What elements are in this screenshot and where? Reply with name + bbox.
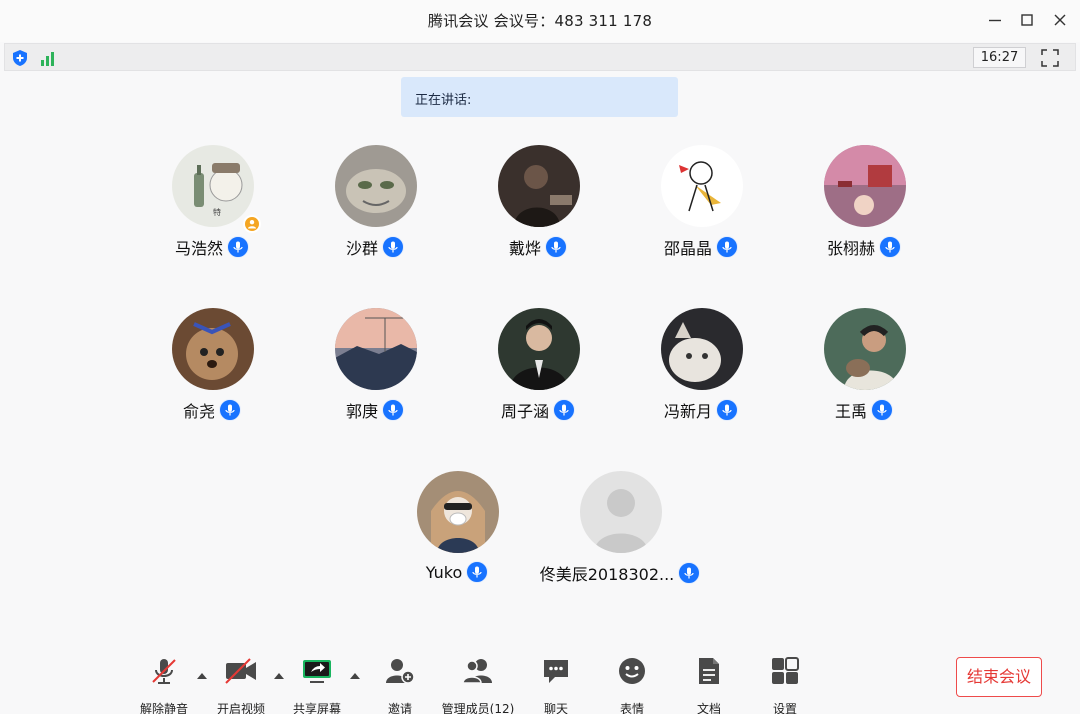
participant-tile[interactable]: 佟美辰2018302... xyxy=(520,471,720,591)
grid-settings-icon xyxy=(772,657,799,684)
smile-icon xyxy=(619,658,645,684)
fullscreen-icon[interactable] xyxy=(1040,48,1060,68)
meeting-toolbar: 解除静音 开启视频 共享屏幕 邀请 管理成员(12) 聊天 表情 文档 设置 结… xyxy=(0,640,1080,714)
avatar-background xyxy=(661,145,743,227)
docs-button[interactable]: 文档 xyxy=(671,652,747,714)
participant-tile[interactable]: 王禹 xyxy=(764,308,964,428)
video-off-icon xyxy=(225,658,256,684)
end-meeting-button[interactable]: 结束会议 xyxy=(956,657,1042,697)
avatar xyxy=(172,308,254,390)
close-button[interactable] xyxy=(1047,9,1073,31)
share-screen-icon xyxy=(303,660,331,683)
participant-name: 戴烨 xyxy=(508,239,541,258)
avatar xyxy=(824,145,906,227)
unmute-button[interactable]: 解除静音 xyxy=(126,652,202,714)
avatar xyxy=(335,308,417,390)
status-bar: 16:27 xyxy=(4,43,1076,71)
participant-name: 王禹 xyxy=(834,402,867,421)
participant-name: 张栩赫 xyxy=(826,239,875,258)
mic-icon xyxy=(553,399,575,421)
participant-name: 邵晶晶 xyxy=(663,239,712,258)
signal-icon[interactable] xyxy=(39,48,59,68)
minimize-icon xyxy=(989,19,1001,22)
shield-icon[interactable] xyxy=(10,48,30,68)
window-title: 腾讯会议 会议号：483 311 178 xyxy=(427,12,653,30)
minimize-button[interactable] xyxy=(982,9,1008,31)
participant-name: 冯新月 xyxy=(663,402,712,421)
participant-name: 马浩然 xyxy=(174,239,223,258)
participant-name: 沙群 xyxy=(345,239,378,258)
avatar: 特 xyxy=(172,145,254,227)
mic-icon xyxy=(678,562,701,584)
host-badge xyxy=(243,215,261,233)
avatar xyxy=(824,308,906,390)
mic-muted-icon xyxy=(152,659,176,684)
speaking-indicator: 正在讲话: xyxy=(401,77,678,117)
title-bar: 腾讯会议 会议号：483 311 178 xyxy=(0,0,1080,42)
mic-icon xyxy=(871,399,893,421)
emoji-button[interactable]: 表情 xyxy=(594,652,670,714)
svg-text:特: 特 xyxy=(213,207,221,217)
participant-name: 周子涵 xyxy=(500,402,549,421)
start-video-button[interactable]: 开启视频 xyxy=(203,652,279,714)
mic-icon xyxy=(716,399,738,421)
avatar xyxy=(498,308,580,390)
share-screen-label: 共享屏幕 xyxy=(292,702,341,714)
avatar xyxy=(335,145,417,227)
mic-icon xyxy=(219,399,241,421)
avatar xyxy=(580,471,662,553)
participant-tile[interactable]: 张栩赫 xyxy=(764,145,964,265)
chat-icon xyxy=(544,660,568,683)
manage-members-button[interactable]: 管理成员(12) xyxy=(440,652,516,714)
invite-button[interactable]: 邀请 xyxy=(362,652,438,714)
mic-icon xyxy=(879,236,901,258)
mic-icon xyxy=(466,561,489,583)
document-icon xyxy=(699,658,719,684)
avatar xyxy=(661,308,743,390)
participant-name: 郭庚 xyxy=(345,402,378,421)
add-user-icon xyxy=(386,659,415,684)
caret-up-icon xyxy=(350,673,360,679)
settings-label: 设置 xyxy=(772,702,797,714)
members-icon xyxy=(462,659,492,684)
maximize-button[interactable] xyxy=(1014,9,1040,31)
share-options-caret[interactable] xyxy=(349,666,361,679)
mic-icon xyxy=(545,236,567,258)
participant-name: Yuko xyxy=(425,562,463,582)
mic-icon xyxy=(716,236,738,258)
meeting-clock: 16:27 xyxy=(973,47,1026,68)
share-screen-button[interactable]: 共享屏幕 xyxy=(279,652,355,714)
maximize-icon xyxy=(1021,14,1033,26)
avatar xyxy=(661,145,743,227)
chat-button[interactable]: 聊天 xyxy=(518,652,594,714)
mic-icon xyxy=(227,236,249,258)
avatar xyxy=(498,145,580,227)
mic-icon xyxy=(382,399,404,421)
close-icon xyxy=(1054,14,1066,26)
participant-name: 佟美辰2018302... xyxy=(539,565,675,584)
avatar xyxy=(417,471,499,553)
user-icon xyxy=(248,220,256,229)
settings-button[interactable]: 设置 xyxy=(747,652,823,714)
mic-icon xyxy=(382,236,404,258)
participant-name: 俞尧 xyxy=(182,402,215,421)
